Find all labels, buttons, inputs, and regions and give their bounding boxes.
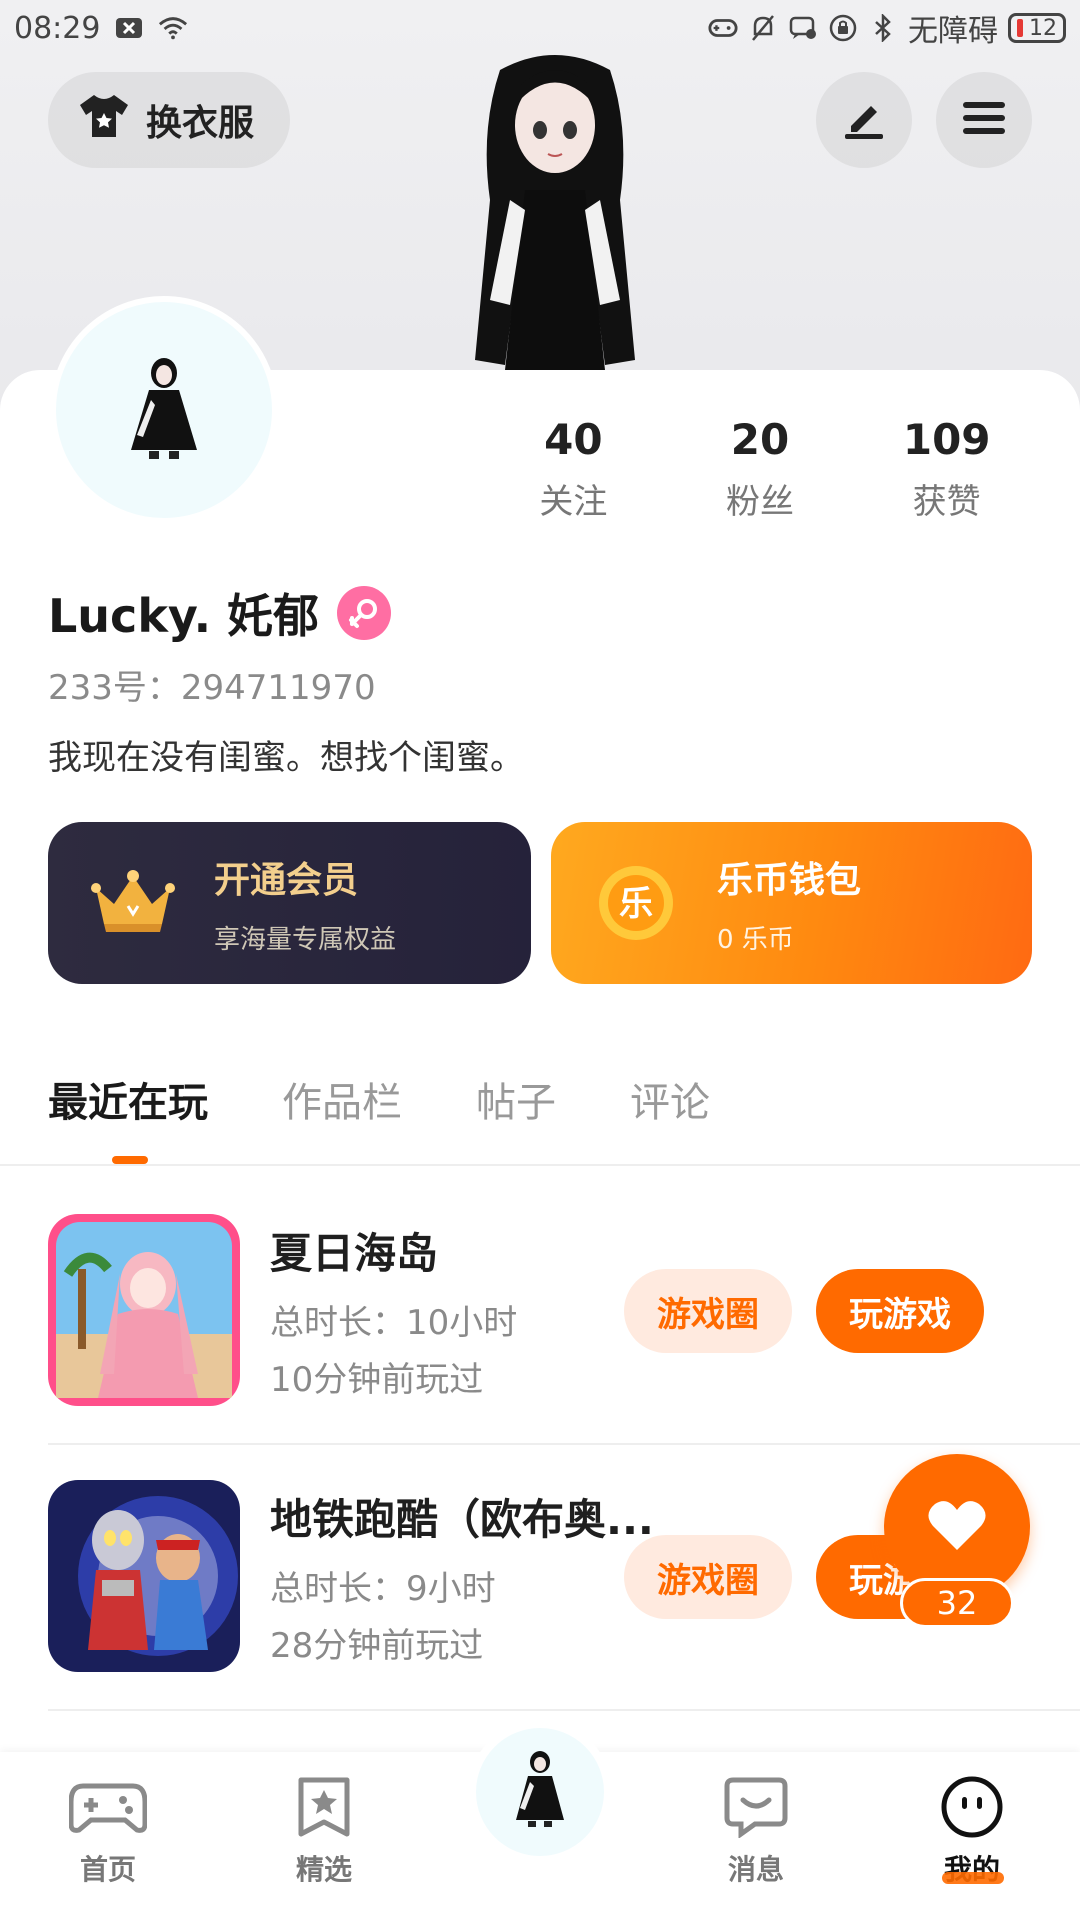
game-title: 地铁跑酷（欧布奥...	[270, 1494, 654, 1544]
profile-stats: 40 关注 20 粉丝 109 获赞	[480, 415, 1040, 523]
profile-name: Lucky. 奼郁	[48, 589, 320, 643]
face-icon	[932, 1772, 1012, 1842]
game-title: 夏日海岛	[270, 1228, 439, 1278]
nav-featured-label: 精选	[295, 1853, 352, 1886]
star-bookmark-icon	[284, 1772, 364, 1842]
stat-likes[interactable]: 109 获赞	[853, 415, 1040, 523]
nav-center-avatar-button[interactable]	[468, 1720, 612, 1864]
coin-wallet-card[interactable]: 乐 乐币钱包 0 乐币	[551, 822, 1032, 984]
stat-following-count: 40	[544, 415, 603, 464]
bluetooth-icon	[868, 14, 898, 42]
coin-char: 乐	[619, 884, 653, 924]
stat-following-label: 关注	[539, 482, 608, 522]
status-time: 08:29	[14, 10, 101, 46]
stat-following[interactable]: 40 关注	[480, 415, 667, 523]
stat-followers-label: 粉丝	[726, 482, 794, 522]
nav-active-indicator	[942, 1872, 1004, 1884]
coin-icon: 乐	[591, 858, 681, 948]
stat-likes-label: 获赞	[912, 482, 981, 522]
battery-level	[1017, 19, 1023, 37]
tab-comments[interactable]: 评论	[630, 1070, 710, 1156]
nav-featured[interactable]: 精选	[254, 1772, 394, 1888]
battery-indicator: 12	[1008, 13, 1066, 43]
row-divider	[48, 1443, 1080, 1445]
nav-home-label: 首页	[79, 1853, 136, 1886]
game-duration: 总时长：10小时	[270, 1302, 518, 1343]
game-last-played: 10分钟前玩过	[270, 1359, 484, 1400]
crown-icon	[88, 858, 178, 948]
avatar-center-icon	[510, 1750, 570, 1834]
nav-me[interactable]: 我的	[902, 1772, 1042, 1888]
female-gender-icon	[337, 586, 392, 640]
profile-tabs: 最近在玩 作品栏 帖子 评论	[48, 1070, 710, 1156]
nav-home[interactable]: 首页	[38, 1772, 178, 1888]
chat-smile-icon	[716, 1772, 796, 1842]
stat-followers[interactable]: 20 粉丝	[667, 415, 854, 523]
bell-off-icon	[748, 14, 778, 42]
lock-rotation-icon	[828, 14, 858, 42]
user-id: 233号：294711970	[48, 668, 376, 708]
vip-subtitle: 享海量专属权益	[214, 924, 397, 955]
status-bar: 08:29 无障碍 12	[0, 0, 1080, 56]
vip-membership-card[interactable]: 开通会员 享海量专属权益	[48, 822, 531, 984]
change-outfit-button[interactable]: 换衣服	[48, 72, 290, 168]
profile-bio: 我现在没有闺蜜。想找个闺蜜。	[48, 738, 524, 778]
play-game-button[interactable]: 玩游戏	[816, 1269, 984, 1353]
name-row: Lucky. 奼郁	[48, 580, 392, 646]
battery-percent: 12	[1029, 15, 1057, 41]
shirt-icon	[78, 93, 130, 148]
stat-likes-count: 109	[902, 415, 991, 464]
tab-posts[interactable]: 帖子	[476, 1070, 556, 1156]
game-circle-button[interactable]: 游戏圈	[624, 1269, 792, 1353]
heart-icon	[927, 1498, 987, 1556]
menu-button[interactable]	[936, 72, 1032, 168]
edit-icon	[841, 96, 887, 144]
stat-followers-count: 20	[730, 415, 790, 464]
change-outfit-label: 换衣服	[146, 103, 255, 144]
wallet-balance: 0 乐币	[717, 924, 794, 955]
gamepad-icon	[68, 1772, 148, 1842]
menu-icon	[961, 98, 1007, 142]
vip-title: 开通会员	[214, 859, 359, 901]
close-box-icon	[114, 14, 144, 42]
chat-off-icon	[788, 14, 818, 42]
gamepad-icon	[708, 14, 738, 42]
game-icon-subway-surfers	[48, 1480, 240, 1672]
game-circle-button[interactable]: 游戏圈	[624, 1535, 792, 1619]
wifi-icon	[158, 14, 188, 42]
nav-messages[interactable]: 消息	[686, 1772, 826, 1888]
game-icon-summer-island	[48, 1214, 240, 1406]
tab-divider	[0, 1164, 1080, 1166]
row-divider	[48, 1709, 1080, 1711]
tab-works[interactable]: 作品栏	[282, 1070, 402, 1156]
wallet-title: 乐币钱包	[717, 859, 862, 901]
tab-active-indicator	[112, 1156, 148, 1164]
game-duration: 总时长：9小时	[270, 1568, 496, 1609]
like-count-badge: 32	[900, 1578, 1014, 1628]
edit-profile-button[interactable]	[816, 72, 912, 168]
nav-messages-label: 消息	[727, 1853, 784, 1886]
accessibility-label: 无障碍	[908, 14, 998, 49]
avatar[interactable]	[50, 296, 278, 524]
avatar-character-figure[interactable]	[430, 50, 680, 370]
game-last-played: 28分钟前玩过	[270, 1625, 484, 1666]
tab-recent-played[interactable]: 最近在玩	[48, 1070, 208, 1156]
